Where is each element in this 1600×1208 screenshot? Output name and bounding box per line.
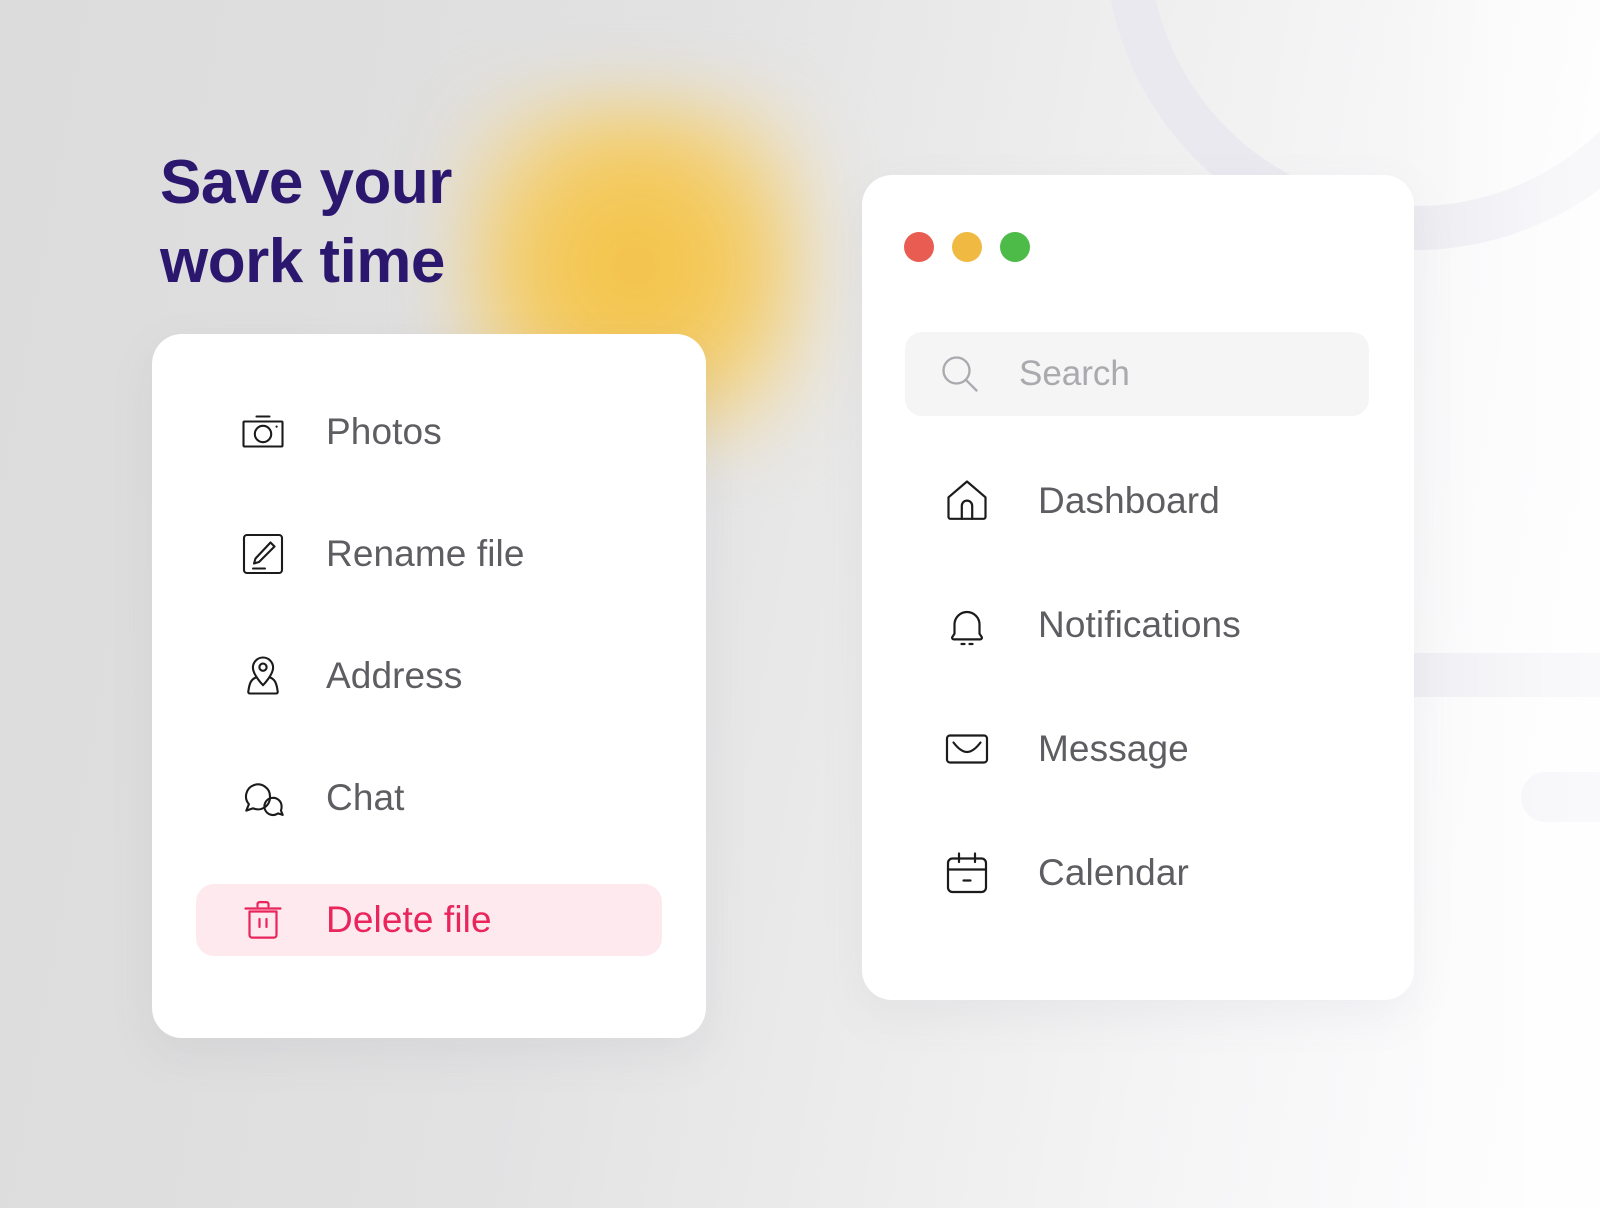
nav-item-label: Calendar — [1038, 852, 1189, 893]
envelope-icon — [942, 724, 992, 774]
menu-item-label: Address — [326, 655, 463, 696]
menu-item-label: Delete file — [326, 899, 492, 940]
chat-bubbles-icon — [240, 775, 286, 821]
search-input[interactable]: Search — [905, 332, 1369, 416]
menu-item-label: Photos — [326, 411, 442, 452]
menu-item-address[interactable]: Address — [196, 640, 662, 712]
calendar-icon — [942, 848, 992, 898]
menu-item-delete-file[interactable]: Delete file — [196, 884, 662, 956]
window-traffic-lights — [904, 232, 1030, 262]
trash-icon — [240, 897, 286, 943]
menu-item-label: Chat — [326, 777, 405, 818]
context-menu-card: Photos Rename file Address Chat Delete f… — [152, 334, 706, 1038]
nav-item-dashboard[interactable]: Dashboard — [942, 470, 1374, 532]
page-title: Save your work time — [160, 148, 452, 296]
decorative-bar — [1414, 653, 1600, 697]
illustration-canvas: Save your work time Photos Rename file A… — [0, 0, 1600, 1208]
home-icon — [942, 476, 992, 526]
close-dot[interactable] — [904, 232, 934, 262]
maximize-dot[interactable] — [1000, 232, 1030, 262]
camera-icon — [240, 409, 286, 455]
window-nav-list: Dashboard Notifications Message Calendar — [942, 470, 1374, 904]
nav-item-label: Dashboard — [1038, 480, 1220, 521]
search-placeholder: Search — [1019, 354, 1130, 393]
map-pin-icon — [240, 653, 286, 699]
nav-item-label: Message — [1038, 728, 1189, 769]
menu-item-label: Rename file — [326, 533, 525, 574]
edit-square-icon — [240, 531, 286, 577]
bell-icon — [942, 600, 992, 650]
nav-item-label: Notifications — [1038, 604, 1241, 645]
app-window-card: Search Dashboard Notifications Message C… — [862, 175, 1414, 1000]
menu-item-photos[interactable]: Photos — [196, 396, 662, 468]
nav-item-message[interactable]: Message — [942, 718, 1374, 780]
context-menu-list: Photos Rename file Address Chat Delete f… — [196, 396, 662, 956]
minimize-dot[interactable] — [952, 232, 982, 262]
nav-item-calendar[interactable]: Calendar — [942, 842, 1374, 904]
search-icon — [937, 351, 983, 397]
nav-item-notifications[interactable]: Notifications — [942, 594, 1374, 656]
menu-item-rename-file[interactable]: Rename file — [196, 518, 662, 590]
menu-item-chat[interactable]: Chat — [196, 762, 662, 834]
decorative-pill — [1521, 772, 1600, 822]
